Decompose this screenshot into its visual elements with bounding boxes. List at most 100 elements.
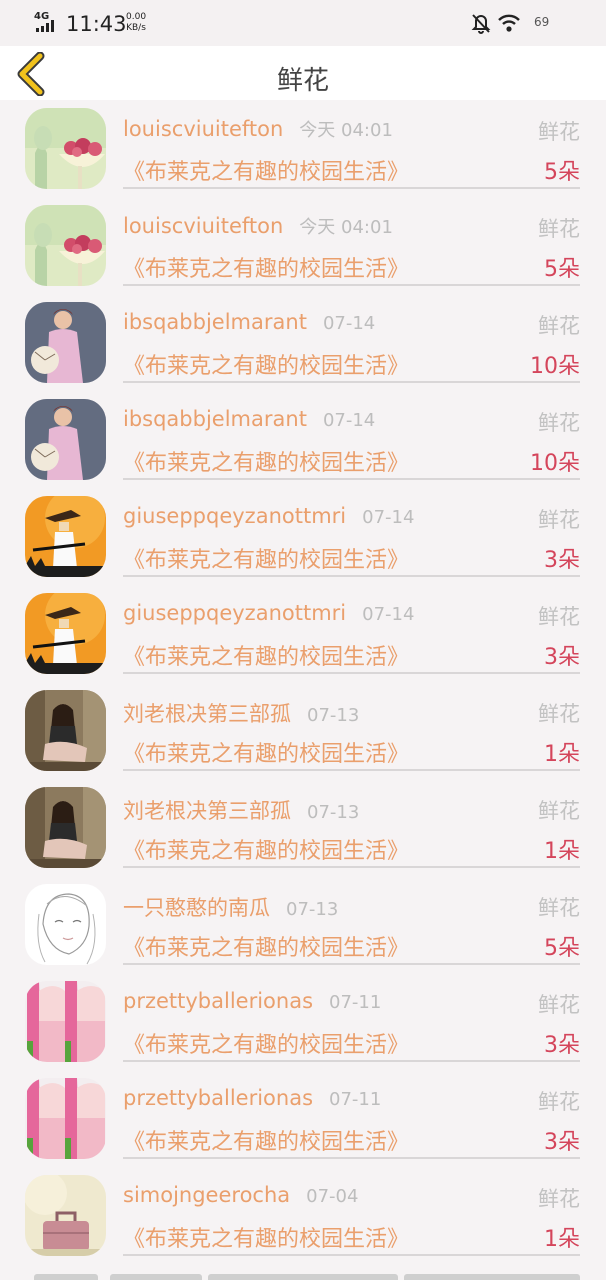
book-title[interactable]: 《布莱克之有趣的校园生活》 bbox=[123, 736, 409, 768]
divider bbox=[123, 187, 580, 189]
list-item[interactable]: 刘老根决第三部孤 07-13 鲜花 《布莱克之有趣的校园生活》 1朵 bbox=[0, 779, 606, 876]
username-line: louiscviuitefton 今天 04:01 bbox=[123, 116, 393, 142]
username-line: przettyballerionas 07-11 bbox=[123, 989, 381, 1013]
username[interactable]: louiscviuitefton bbox=[123, 117, 283, 141]
list-item[interactable]: simojngeerocha 07-04 鲜花 《布莱克之有趣的校园生活》 1朵 bbox=[0, 1167, 606, 1264]
book-title[interactable]: 《布莱克之有趣的校园生活》 bbox=[123, 542, 409, 574]
flower-count: 1朵 bbox=[544, 1227, 580, 1252]
timestamp: 07-14 bbox=[362, 604, 415, 625]
book-title[interactable]: 《布莱克之有趣的校园生活》 bbox=[123, 348, 409, 380]
avatar[interactable] bbox=[25, 496, 106, 577]
list-item[interactable]: 一只憨憨的南瓜 07-13 鲜花《布莱克之有趣的校园生活》 5朵 bbox=[0, 876, 606, 973]
list-item[interactable]: przettyballerionas 07-11 鲜花 《布莱克之有趣的校园生活》 3朵 bbox=[0, 973, 606, 1070]
avatar[interactable] bbox=[25, 205, 106, 286]
timestamp: 07-14 bbox=[322, 313, 376, 334]
divider bbox=[123, 1157, 580, 1159]
timestamp: 07-13 bbox=[307, 802, 360, 823]
avatar[interactable] bbox=[25, 1078, 106, 1159]
divider bbox=[123, 381, 580, 383]
username-line: przettyballerionas 07-11 bbox=[123, 1086, 381, 1110]
flower-count: 10朵 bbox=[530, 451, 580, 476]
username[interactable]: ibsqabbjelmarant bbox=[123, 407, 307, 431]
username-line: 刘老根决第三部孤 07-13 bbox=[123, 698, 359, 728]
avatar[interactable] bbox=[25, 787, 106, 868]
username[interactable]: przettyballerionas bbox=[123, 1086, 313, 1110]
flower-count: 3朵 bbox=[544, 645, 580, 670]
divider bbox=[123, 963, 580, 965]
book-title[interactable]: 《布莱克之有趣的校园生活》 bbox=[123, 930, 409, 962]
divider bbox=[123, 575, 580, 577]
username-line: giuseppqeyzanottmri 07-14 bbox=[123, 504, 414, 528]
net-speed-unit: KB/s bbox=[126, 23, 146, 33]
list-item[interactable]: przettyballerionas 07-11 鲜花 《布莱克之有趣的校园生活》 3朵 bbox=[0, 1070, 606, 1167]
avatar[interactable] bbox=[25, 1175, 106, 1256]
flower-count: 5朵 bbox=[544, 936, 580, 961]
avatar[interactable] bbox=[25, 593, 106, 674]
clock: 11:43 bbox=[66, 12, 127, 36]
list-item[interactable]: louiscviuitefton 今天 04:01 鲜花《布莱克之有趣的校园生活》 5… bbox=[0, 100, 606, 197]
list-item[interactable]: giuseppqeyzanottmri 07-14 鲜花《布莱克之有趣的校园生活》 3… bbox=[0, 585, 606, 682]
username[interactable]: louiscviuitefton bbox=[123, 214, 283, 238]
gift-type: 鲜花 bbox=[538, 1090, 580, 1114]
gift-type: 鲜花 bbox=[538, 993, 580, 1017]
divider bbox=[123, 1060, 580, 1062]
username[interactable]: 刘老根决第三部孤 bbox=[123, 799, 291, 823]
username[interactable]: ibsqabbjelmarant bbox=[123, 310, 307, 334]
divider bbox=[123, 672, 580, 674]
avatar[interactable] bbox=[25, 302, 106, 383]
gift-type: 鲜花 bbox=[538, 120, 580, 144]
flower-count: 10朵 bbox=[530, 354, 580, 379]
timestamp: 07-14 bbox=[322, 410, 376, 431]
flower-gift-list: louiscviuitefton 今天 04:01 鲜花 《布莱克之有趣的校园生活》 5… bbox=[0, 100, 606, 1264]
timestamp: 07-14 bbox=[362, 507, 415, 528]
book-title[interactable]: 《布莱克之有趣的校园生活》 bbox=[123, 1027, 409, 1059]
book-title[interactable]: 《布莱克之有趣的校园生活》 bbox=[123, 639, 409, 671]
book-title[interactable]: 《布莱克之有趣的校园生活》 bbox=[123, 251, 409, 283]
timestamp: 今天 04:01 bbox=[299, 217, 393, 238]
list-item[interactable]: 刘老根决第三部孤 07-13 鲜花 《布莱克之有趣的校园生活》 1朵 bbox=[0, 682, 606, 779]
flower-count: 1朵 bbox=[544, 742, 580, 767]
flower-count: 5朵 bbox=[544, 160, 580, 185]
list-item[interactable]: ibsqabbjelmarant 07-14 鲜花 《布莱克之有趣的校园生活》 10朵 bbox=[0, 294, 606, 391]
wifi-icon bbox=[498, 14, 520, 32]
timestamp: 07-11 bbox=[329, 992, 382, 1013]
book-title[interactable]: 《布莱克之有趣的校园生活》 bbox=[123, 1124, 409, 1156]
next-row-peek bbox=[0, 1274, 606, 1280]
avatar[interactable] bbox=[25, 884, 106, 965]
username[interactable]: giuseppqeyzanottmri bbox=[123, 601, 346, 625]
book-title[interactable]: 《布莱克之有趣的校园生活》 bbox=[123, 445, 409, 477]
username-line: 刘老根决第三部孤 07-13 bbox=[123, 795, 359, 825]
list-item[interactable]: louiscviuitefton 今天 04:01 鲜花 《布莱克之有趣的校园生活》 5… bbox=[0, 197, 606, 294]
book-title[interactable]: 《布莱克之有趣的校园生活》 bbox=[123, 154, 409, 186]
username[interactable]: simojngeerocha bbox=[123, 1183, 290, 1207]
avatar[interactable] bbox=[25, 399, 106, 480]
gift-type: 鲜花 bbox=[538, 799, 580, 823]
timestamp: 07-11 bbox=[329, 1089, 382, 1110]
net-speed-value: 0.00 bbox=[126, 12, 147, 22]
divider bbox=[123, 769, 580, 771]
username[interactable]: giuseppqeyzanottmri bbox=[123, 504, 346, 528]
username-line: louiscviuitefton 今天 04:01 bbox=[123, 213, 393, 239]
username[interactable]: przettyballerionas bbox=[123, 989, 313, 1013]
divider bbox=[123, 284, 580, 286]
username-line: 一只憨憨的南瓜 07-13 bbox=[123, 892, 338, 922]
gift-type: 鲜花 bbox=[538, 605, 580, 629]
book-title[interactable]: 《布莱克之有趣的校园生活》 bbox=[123, 1221, 409, 1253]
timestamp: 07-04 bbox=[306, 1186, 359, 1207]
avatar[interactable] bbox=[25, 690, 106, 771]
avatar[interactable] bbox=[25, 108, 106, 189]
avatar[interactable] bbox=[25, 981, 106, 1062]
gift-type: 鲜花 bbox=[538, 411, 580, 435]
list-item[interactable]: giuseppqeyzanottmri 07-14 鲜花 《布莱克之有趣的校园生活》 3… bbox=[0, 488, 606, 585]
username[interactable]: 一只憨憨的南瓜 bbox=[123, 896, 270, 920]
username-line: giuseppqeyzanottmri 07-14 bbox=[123, 601, 414, 625]
bell-muted-icon bbox=[471, 14, 491, 34]
page-title: 鲜花 bbox=[276, 66, 329, 96]
book-title[interactable]: 《布莱克之有趣的校园生活》 bbox=[123, 833, 409, 865]
gift-type: 鲜花 bbox=[538, 896, 580, 920]
net-speed: 0.00 KB/s bbox=[126, 12, 146, 34]
list-item[interactable]: ibsqabbjelmarant 07-14 鲜花《布莱克之有趣的校园生活》 10朵 bbox=[0, 391, 606, 488]
divider bbox=[123, 478, 580, 480]
username[interactable]: 刘老根决第三部孤 bbox=[123, 702, 291, 726]
divider bbox=[123, 1254, 580, 1256]
